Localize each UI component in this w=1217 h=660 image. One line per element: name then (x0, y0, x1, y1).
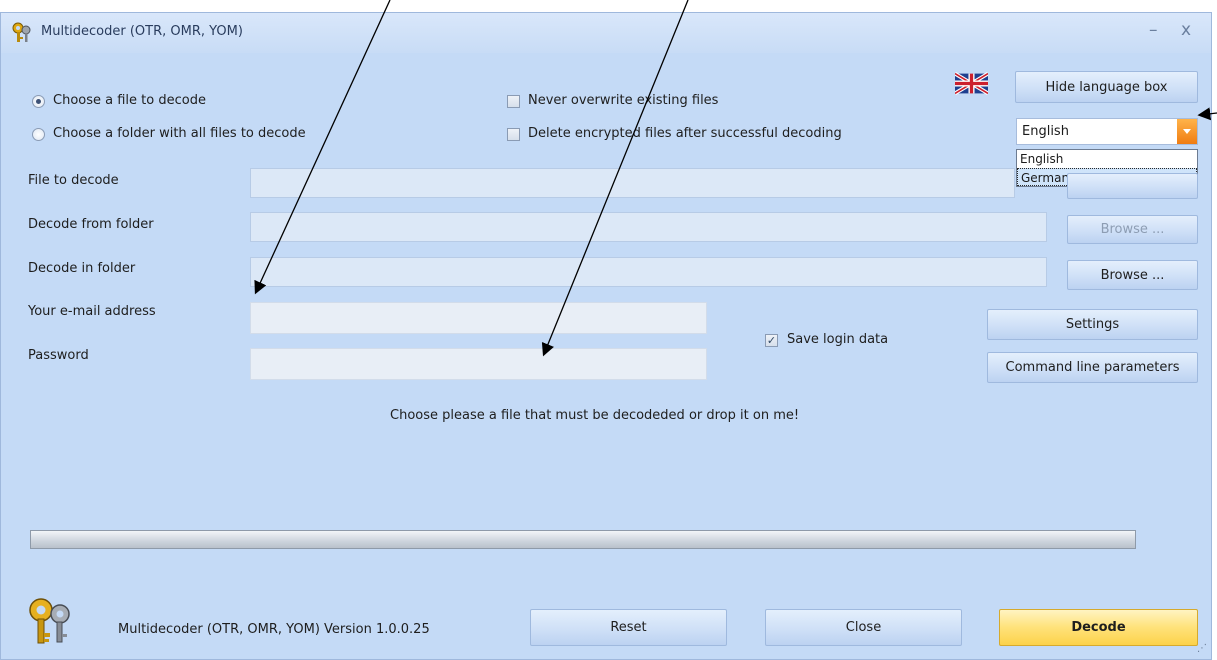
annotation-arrow (254, 0, 391, 295)
annotation-arrows (254, 0, 1217, 357)
annotation-arrow (1197, 107, 1217, 121)
annotation-arrow (541, 0, 689, 357)
